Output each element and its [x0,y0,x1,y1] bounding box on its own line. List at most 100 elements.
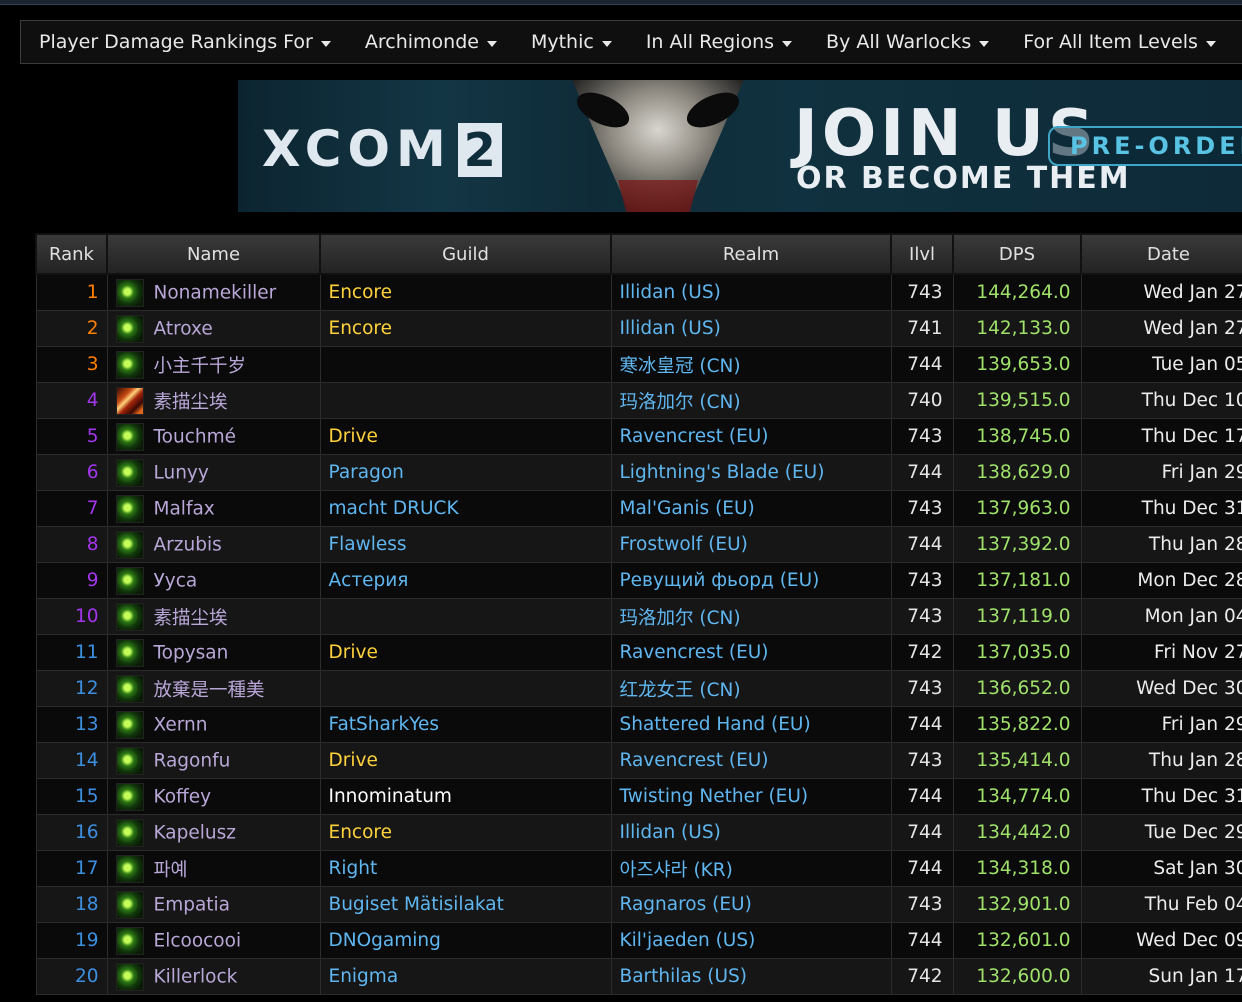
realm-cell[interactable]: Ревущий фьорд (EU) [610,562,892,599]
player-name-link[interactable]: Elcoocooi [154,930,242,951]
player-name-cell[interactable]: 放棄是一種美 [106,670,321,707]
player-name-link[interactable]: Lunyy [154,462,209,483]
realm-cell[interactable]: 아즈샤라 (KR) [610,850,892,887]
realm-cell[interactable]: 玛洛加尔 (CN) [610,598,892,635]
guild-cell[interactable]: Drive [319,634,612,671]
player-name-cell[interactable]: Empatia [106,886,321,923]
player-name-link[interactable]: Malfax [154,498,215,519]
player-name-link[interactable]: Topysan [154,642,229,663]
player-name-cell[interactable]: Elcoocooi [106,922,321,959]
column-header-dps[interactable]: DPS [952,233,1082,275]
player-name-cell[interactable]: Arzubis [106,526,321,563]
filter-difficulty-dropdown[interactable]: Mythic [531,31,612,53]
player-name-link[interactable]: Kapelusz [154,822,236,843]
realm-cell[interactable]: Illidan (US) [610,310,892,347]
player-name-link[interactable]: Atroxe [154,318,213,339]
player-name-link[interactable]: Nonamekiller [154,282,277,303]
guild-cell[interactable]: Астерия [319,562,612,599]
guild-cell[interactable] [319,346,612,383]
realm-cell[interactable]: Illidan (US) [610,814,892,851]
column-header-name[interactable]: Name [106,233,321,275]
affliction-spec-icon [115,278,144,307]
realm-cell[interactable]: Twisting Nether (EU) [610,778,892,815]
guild-cell[interactable]: Drive [319,418,612,455]
realm-cell[interactable]: Mal'Ganis (EU) [610,490,892,527]
realm-cell[interactable]: Barthilas (US) [610,958,892,995]
realm-cell[interactable]: Kil'jaeden (US) [610,922,892,959]
player-name-cell[interactable]: Xernn [106,706,321,743]
guild-cell[interactable]: Paragon [319,454,612,491]
guild-cell[interactable] [319,670,612,707]
realm-cell[interactable]: Illidan (US) [610,273,892,311]
guild-cell[interactable]: Encore [319,310,612,347]
player-name-cell[interactable]: 素描尘埃 [106,382,321,419]
realm-cell[interactable]: 红龙女王 (CN) [610,670,892,707]
guild-cell[interactable]: Encore [319,273,612,311]
guild-cell[interactable]: Right [319,850,612,887]
column-header-rank[interactable]: Rank [35,233,108,275]
column-header-realm[interactable]: Realm [610,233,892,275]
filter-itemlevel-dropdown[interactable]: For All Item Levels [1023,31,1216,53]
guild-cell[interactable]: FatSharkYes [319,706,612,743]
player-name-link[interactable]: Koffey [154,786,212,807]
guild-cell[interactable] [319,382,612,419]
affliction-spec-icon [115,926,144,955]
realm-cell[interactable]: Ravencrest (EU) [610,418,892,455]
player-name-cell[interactable]: Nonamekiller [106,273,321,311]
player-name-link[interactable]: Xernn [154,714,208,735]
guild-cell[interactable]: DNOgaming [319,922,612,959]
player-name-cell[interactable]: Ууса [106,562,321,599]
player-name-cell[interactable]: Koffey [106,778,321,815]
player-name-cell[interactable]: Atroxe [106,310,321,347]
player-name-cell[interactable]: Ragonfu [106,742,321,779]
ad-banner[interactable]: XCOM2 JOIN US OR BECOME THEM PRE-ORDER N… [238,80,1242,212]
player-name-cell[interactable]: 小主千千岁 [106,346,321,383]
guild-cell[interactable]: Enigma [319,958,612,995]
preorder-button[interactable]: PRE-ORDER NOW [1048,126,1242,166]
guild-cell[interactable]: Innominatum [319,778,612,815]
player-name-link[interactable]: 素描尘埃 [154,608,228,629]
realm-cell[interactable]: 玛洛加尔 (CN) [610,382,892,419]
player-name-cell[interactable]: Touchmé [106,418,321,455]
player-name-link[interactable]: Ragonfu [154,750,231,771]
player-name-cell[interactable]: 파예 [106,850,321,887]
realm-cell[interactable]: Ravencrest (EU) [610,742,892,779]
player-name-link[interactable]: 素描尘埃 [154,392,228,413]
guild-cell[interactable]: macht DRUCK [319,490,612,527]
column-header-guild[interactable]: Guild [319,233,612,275]
player-name-link[interactable]: 小主千千岁 [154,356,247,377]
alien-face-image [572,80,744,212]
realm-cell[interactable]: Lightning's Blade (EU) [610,454,892,491]
rank-cell: 14 [35,742,108,779]
filter-boss-dropdown[interactable]: Archimonde [365,31,497,53]
player-name-link[interactable]: Empatia [154,894,231,915]
realm-cell[interactable]: 寒冰皇冠 (CN) [610,346,892,383]
realm-cell[interactable]: Frostwolf (EU) [610,526,892,563]
guild-cell[interactable] [319,598,612,635]
filter-class-dropdown[interactable]: By All Warlocks [826,31,990,53]
ilvl-cell: 744 [890,922,954,959]
realm-cell[interactable]: Shattered Hand (EU) [610,706,892,743]
guild-cell[interactable]: Encore [319,814,612,851]
player-name-cell[interactable]: Lunyy [106,454,321,491]
player-name-cell[interactable]: Kapelusz [106,814,321,851]
realm-cell[interactable]: Ravencrest (EU) [610,634,892,671]
realm-cell[interactable]: Ragnaros (EU) [610,886,892,923]
player-name-link[interactable]: Ууса [154,570,198,591]
filter-region-dropdown[interactable]: In All Regions [646,31,793,53]
filter-metric-dropdown[interactable]: Player Damage Rankings For [39,31,331,53]
player-name-link[interactable]: Touchmé [154,426,237,447]
player-name-link[interactable]: 파예 [154,860,188,881]
guild-cell[interactable]: Drive [319,742,612,779]
player-name-cell[interactable]: Killerlock [106,958,321,995]
column-header-date[interactable]: Date [1080,233,1242,275]
player-name-cell[interactable]: Malfax [106,490,321,527]
guild-cell[interactable]: Flawless [319,526,612,563]
player-name-link[interactable]: Arzubis [154,534,222,555]
player-name-cell[interactable]: 素描尘埃 [106,598,321,635]
guild-cell[interactable]: Bugiset Mätisilakat [319,886,612,923]
player-name-link[interactable]: 放棄是一種美 [154,680,265,701]
player-name-cell[interactable]: Topysan [106,634,321,671]
column-header-ilvl[interactable]: Ilvl [890,233,954,275]
player-name-link[interactable]: Killerlock [154,966,238,987]
